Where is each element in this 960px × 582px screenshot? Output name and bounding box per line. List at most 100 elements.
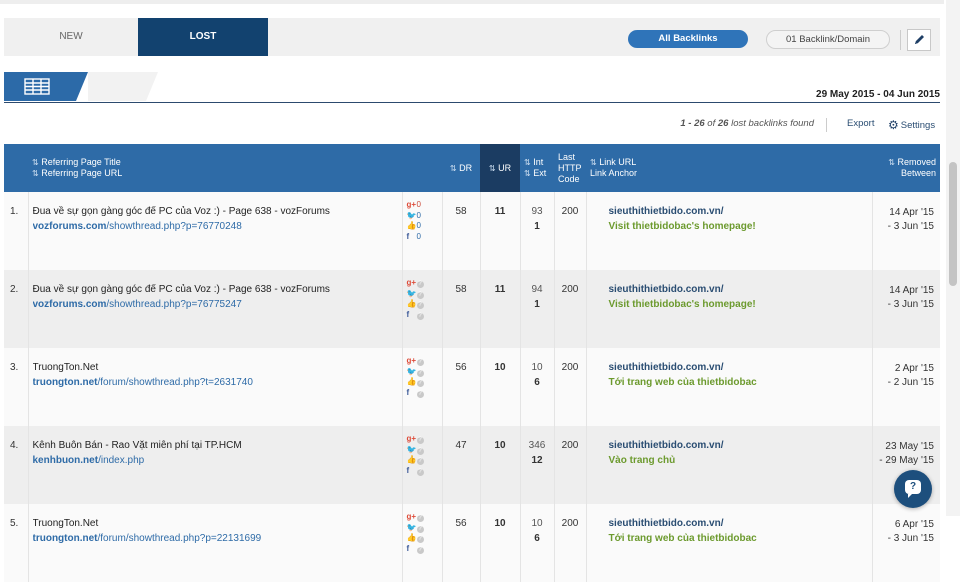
referring-page-url: vozforums.com/showthread.php?p=76770248	[33, 221, 398, 232]
url-path: /showthread.php?p=76770248	[106, 221, 242, 232]
twitter-icon: 🐦	[406, 366, 417, 376]
removed-between: 14 Apr '15 - 3 Jun '15	[871, 192, 940, 270]
social-counts: g+? 🐦? 👍? f?	[407, 278, 438, 320]
removed-to: - 3 Jun '15	[887, 299, 934, 310]
social-counts: g+? 🐦? 👍? f?	[407, 512, 438, 554]
int-value: 346	[528, 440, 546, 451]
referring-page-link[interactable]: kenhbuon.net/index.php	[33, 455, 145, 466]
link-anchor: Visit thietbidobac's homepage!	[608, 299, 756, 310]
int-ext-cell: 94 1	[519, 270, 554, 348]
dr-value: 58	[441, 192, 480, 270]
tab-new[interactable]: NEW	[4, 18, 138, 56]
row-number: 2.	[4, 270, 28, 348]
like-icon: 👍	[406, 221, 417, 230]
removed-from: 14 Apr '15	[889, 285, 934, 296]
link-url[interactable]: sieuthithietbido.com.vn/	[609, 206, 868, 217]
http-code: 200	[553, 348, 586, 426]
removed-to: - 3 Jun '15	[887, 221, 934, 232]
google-plus-icon: g+	[406, 356, 417, 365]
settings-link[interactable]: ⚙ Settings	[888, 118, 935, 132]
pencil-icon	[915, 35, 924, 44]
divider	[900, 30, 901, 50]
url-domain: truongton.net	[32, 533, 98, 544]
chat-bubble-icon: ?	[905, 480, 921, 498]
facebook-icon: f	[406, 231, 410, 241]
unknown-icon: ?	[416, 515, 424, 522]
unknown-icon: ?	[416, 525, 424, 533]
referring-page-cell: Đua về sự gọn gàng góc để PC của Voz :) …	[27, 192, 402, 270]
col-link-url-anchor[interactable]: ⇅ Link URL Link Anchor	[586, 144, 872, 192]
help-chat-button[interactable]: ?	[894, 470, 932, 508]
int-value: 93	[531, 206, 543, 217]
like-icon: 👍	[406, 533, 417, 542]
url-path: /forum/showthread.php?t=2631740	[97, 377, 253, 388]
referring-page-link[interactable]: vozforums.com/showthread.php?p=76775247	[33, 299, 242, 310]
unknown-icon: ?	[416, 437, 424, 444]
col-removed[interactable]: ⇅ Removed Between	[872, 144, 940, 192]
tab-lost[interactable]: LOST	[138, 18, 268, 56]
col-http-code: Last HTTP Code	[554, 144, 586, 192]
ext-value: 6	[534, 533, 540, 544]
social-cell: g+? 🐦? 👍? f?	[401, 426, 442, 504]
unknown-icon: ?	[416, 458, 424, 465]
twitter-icon: 🐦	[406, 522, 417, 532]
referring-page-cell: Đua về sự gọn gàng góc để PC của Voz :) …	[27, 270, 402, 348]
referring-page-title: TruongTon.Net	[32, 518, 99, 529]
date-range: 29 May 2015 - 04 Jun 2015	[816, 89, 940, 100]
results-toolbar: 1 - 26 of 26 lost backlinks found Export…	[0, 118, 940, 132]
ext-value: 6	[534, 377, 540, 388]
ext-value: 1	[534, 299, 540, 310]
link-url[interactable]: sieuthithietbido.com.vn/	[609, 518, 868, 529]
unknown-icon: ?	[416, 468, 424, 476]
lost-backlinks-table: ⇅ Referring Page Title ⇅ Referring Page U…	[4, 144, 940, 582]
google-plus-icon: g+	[406, 200, 417, 209]
scrollbar-thumb[interactable]	[949, 162, 957, 286]
facebook-icon: f	[406, 465, 410, 475]
col-ur[interactable]: ⇅ UR	[480, 144, 520, 192]
link-url[interactable]: sieuthithietbido.com.vn/	[609, 440, 868, 451]
col-title-url[interactable]: ⇅ Referring Page Title ⇅ Referring Page U…	[28, 144, 402, 192]
facebook-icon: f	[406, 309, 410, 319]
ext-value: 1	[534, 221, 540, 232]
removed-to: - 3 Jun '15	[887, 533, 934, 544]
referring-page-url: truongton.net/forum/showthread.php?p=221…	[33, 533, 398, 544]
vertical-scrollbar[interactable]	[946, 0, 960, 516]
gear-icon: ⚙	[888, 118, 899, 132]
removed-to: - 2 Jun '15	[887, 377, 934, 388]
col-number	[4, 144, 28, 192]
referring-page-link[interactable]: truongton.net/forum/showthread.php?t=263…	[33, 377, 253, 388]
referring-page-link[interactable]: vozforums.com/showthread.php?p=76770248	[33, 221, 242, 232]
link-url[interactable]: sieuthithietbido.com.vn/	[609, 284, 868, 295]
row-number: 3.	[4, 348, 28, 426]
unknown-icon: ?	[416, 302, 424, 309]
export-link[interactable]: Export	[847, 118, 874, 129]
all-backlinks-button[interactable]: All Backlinks	[628, 30, 748, 48]
referring-page-cell: TruongTon.Net truongton.net/forum/showthr…	[27, 348, 402, 426]
link-url[interactable]: sieuthithietbido.com.vn/	[609, 362, 868, 373]
referring-page-title: TruongTon.Net	[32, 362, 99, 373]
table-header: ⇅ Referring Page Title ⇅ Referring Page U…	[4, 144, 940, 192]
ur-value: 11	[479, 270, 520, 348]
social-counts: g+? 🐦? 👍? f?	[407, 356, 438, 398]
tab-bar: NEW LOST All Backlinks 01 Backlink/Domai…	[4, 18, 940, 56]
removed-between: 2 Apr '15 - 2 Jun '15	[871, 348, 940, 426]
referring-page-url: kenhbuon.net/index.php	[33, 455, 398, 466]
unknown-icon: ?	[416, 447, 424, 455]
col-dr[interactable]: ⇅ DR	[442, 144, 480, 192]
link-anchor: Visit thietbidobac's homepage!	[608, 221, 756, 232]
edit-button[interactable]	[907, 29, 931, 51]
facebook-icon: f	[406, 543, 410, 553]
unknown-icon: ?	[416, 291, 424, 299]
int-ext-cell: 10 6	[519, 348, 554, 426]
chart-view-tab[interactable]	[88, 72, 158, 101]
one-backlink-per-domain-button[interactable]: 01 Backlink/Domain	[766, 30, 890, 49]
social-counts: g+0 🐦0 👍0 f 0	[406, 200, 421, 241]
referring-page-link[interactable]: truongton.net/forum/showthread.php?p=221…	[33, 533, 262, 544]
unknown-icon: ?	[416, 390, 424, 398]
table-view-tab[interactable]	[4, 72, 88, 101]
removed-from: 2 Apr '15	[894, 363, 934, 374]
like-icon: 👍	[406, 299, 417, 308]
col-int-ext[interactable]: ⇅ Int ⇅ Ext	[520, 144, 554, 192]
unknown-icon: ?	[416, 312, 424, 320]
social-cell: g+? 🐦? 👍? f?	[401, 348, 442, 426]
